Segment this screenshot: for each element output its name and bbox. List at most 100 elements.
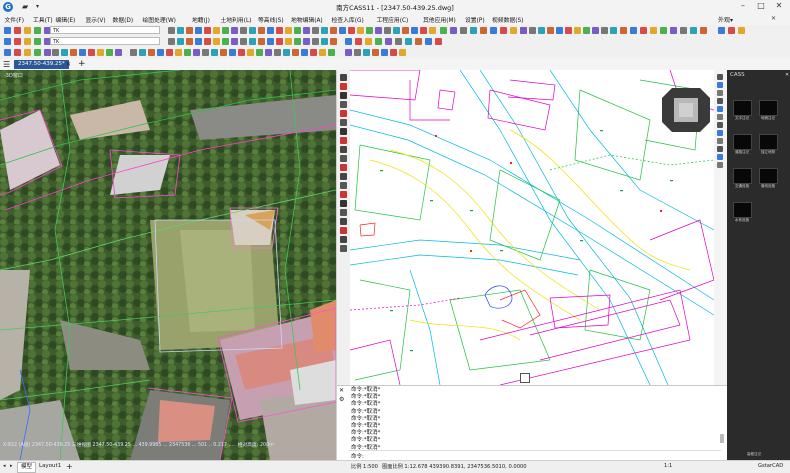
tb1-icon-40[interactable] [480,27,487,34]
tb1-icon-38[interactable] [460,27,467,34]
tb1-icon-17[interactable] [267,27,274,34]
tb3-icon-19[interactable] [175,49,182,56]
tb2-icon-6[interactable] [168,38,175,45]
tb3-icon-4[interactable] [34,49,41,56]
tb2-icon-34[interactable] [435,38,442,45]
tb2-icon-2[interactable] [14,38,21,45]
tb1-icon-8[interactable] [186,27,193,34]
menu-item-9[interactable]: 地物编辑(A) [291,15,323,24]
tb3-icon-9[interactable] [79,49,86,56]
menu-item-14[interactable]: 视频数据(S) [492,15,523,24]
layer-combo-2[interactable]: TK [50,37,160,45]
tb1-icon-55[interactable] [610,27,617,34]
tb3-icon-3[interactable] [24,49,31,56]
tb2-icon-26[interactable] [355,38,362,45]
appearance-menu[interactable]: 外观▾ [718,15,733,24]
tb1-icon-39[interactable] [470,27,477,34]
tb3-icon-16[interactable] [148,49,155,56]
tb3-icon-41[interactable] [381,49,388,56]
nav-icon-9[interactable] [717,146,723,152]
tb1-icon-35[interactable] [429,27,436,34]
tb1-icon-50[interactable] [565,27,572,34]
tb1-icon-3[interactable] [24,27,31,34]
nav-icon-5[interactable] [717,114,723,120]
vtool-icon-7[interactable] [340,137,347,144]
tb3-icon-6[interactable] [52,49,59,56]
nav-left-icon[interactable]: ◂ [3,463,6,469]
tb1-icon-64[interactable] [700,27,707,34]
palette-tile-3[interactable] [759,134,778,150]
add-tab-button[interactable]: + [78,59,86,69]
tb1-icon-19[interactable] [285,27,292,34]
tb1-icon-31[interactable] [393,27,400,34]
tb1-icon-59[interactable] [650,27,657,34]
tb3-icon-12[interactable] [106,49,113,56]
tb3-icon-42[interactable] [390,49,397,56]
tb1-icon-30[interactable] [384,27,391,34]
menu-item-12[interactable]: 其他应用(M) [423,15,456,24]
vtool-icon-2[interactable] [340,92,347,99]
tb1-icon-53[interactable] [592,27,599,34]
tb1-icon-54[interactable] [601,27,608,34]
tb2-icon-20[interactable] [294,38,301,45]
tb2-icon-27[interactable] [365,38,372,45]
layout-tab-1[interactable]: Layout1 [36,462,64,471]
tb1-icon-6[interactable] [168,27,175,34]
tb2-icon-32[interactable] [415,38,422,45]
command-input[interactable]: 命令: [349,450,721,460]
tb3-icon-32[interactable] [292,49,299,56]
tb2-icon-33[interactable] [425,38,432,45]
tb2-icon-12[interactable] [222,38,229,45]
vtool-icon-11[interactable] [340,173,347,180]
tb2-icon-1[interactable] [4,38,11,45]
nav-icon-11[interactable] [717,162,723,168]
tb3-icon-17[interactable] [157,49,164,56]
tb3-icon-26[interactable] [238,49,245,56]
tb1-icon-43[interactable] [510,27,517,34]
tb1-icon-52[interactable] [583,27,590,34]
tb3-icon-5[interactable] [44,49,51,56]
tb3-icon-36[interactable] [328,49,335,56]
vtool-icon-15[interactable] [340,209,347,216]
tb1-icon-48[interactable] [547,27,554,34]
tb2-icon-4[interactable] [34,38,41,45]
palette-close-icon[interactable]: ✕ [785,72,789,78]
tb1-icon-37[interactable] [450,27,457,34]
tb3-icon-7[interactable] [61,49,68,56]
tb1-icon-14[interactable] [240,27,247,34]
tb3-icon-2[interactable] [14,49,21,56]
tb2-icon-16[interactable] [258,38,265,45]
vtool-icon-0[interactable] [340,74,347,81]
tb3-icon-40[interactable] [372,49,379,56]
vtool-icon-4[interactable] [340,110,347,117]
tb3-icon-38[interactable] [354,49,361,56]
tb1-icon-47[interactable] [538,27,545,34]
nav-right-icon[interactable]: ▸ [10,463,13,469]
tb1-icon-22[interactable] [312,27,319,34]
tb1-icon-58[interactable] [640,27,647,34]
layout-tab-model[interactable]: 模型 [17,462,37,473]
tb2-icon-9[interactable] [195,38,202,45]
vtool-icon-12[interactable] [340,182,347,189]
tb2-icon-10[interactable] [204,38,211,45]
tb2-icon-11[interactable] [213,38,220,45]
tb3-icon-31[interactable] [283,49,290,56]
maximize-button[interactable]: □ [754,1,768,10]
tb3-icon-23[interactable] [211,49,218,56]
nav-icon-8[interactable] [717,138,723,144]
tb1-icon-13[interactable] [231,27,238,34]
vtool-icon-8[interactable] [340,146,347,153]
tb3-icon-13[interactable] [115,49,122,56]
vtool-icon-5[interactable] [340,119,347,126]
tb1-icon-33[interactable] [411,27,418,34]
tb1-icon-28[interactable] [366,27,373,34]
tb2-icon-23[interactable] [321,38,328,45]
scale-readout[interactable]: 比例 1:500 [351,463,378,470]
menu-item-11[interactable]: 工程应用(C) [377,15,409,24]
tb1-icon-1[interactable] [4,27,11,34]
tb2-icon-31[interactable] [405,38,412,45]
tb1-icon-60[interactable] [660,27,667,34]
tb2-icon-15[interactable] [249,38,256,45]
tb1-icon-32[interactable] [402,27,409,34]
menu-hamburger-icon[interactable]: ☰ [3,60,10,69]
